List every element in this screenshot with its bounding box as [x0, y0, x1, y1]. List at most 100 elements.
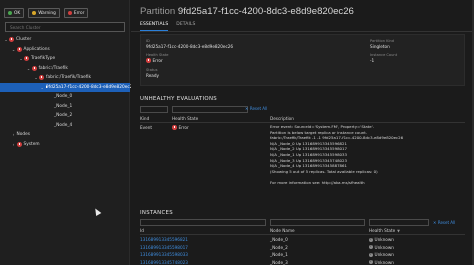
- error-icon: [24, 56, 29, 62]
- unknown-icon: [369, 259, 373, 264]
- instance-health: Unknown: [369, 252, 394, 257]
- sort-down-icon: ▼: [397, 228, 400, 233]
- health-filter-input[interactable]: [172, 106, 248, 113]
- tab-divider: [131, 31, 474, 32]
- error-icon: [146, 58, 151, 63]
- filter-error-button[interactable]: Error: [63, 8, 89, 18]
- column-instance-health-label: Health State: [369, 228, 396, 233]
- instance-health-label: Unknown: [374, 259, 394, 265]
- page-title: Partition 9fd25a17-f1cc-4200-8dc3-e8d9e8…: [140, 6, 354, 17]
- instance-health: Unknown: [369, 237, 394, 242]
- instances-header-divider: [140, 234, 465, 235]
- tree-node-label: 9fd25a17-f1cc-4200-8dc3-e8d9e820ec26: [45, 84, 136, 90]
- instance-health-label: Unknown: [374, 237, 394, 242]
- error-icon: [39, 75, 44, 81]
- status-value: Ready: [146, 73, 159, 78]
- column-description[interactable]: Description: [270, 116, 294, 121]
- kind-filter-input[interactable]: [140, 106, 168, 113]
- instance-id-filter-input[interactable]: [140, 219, 266, 226]
- tree-node-label: fabric:/Traefik: [38, 65, 68, 71]
- tree-node-label: TraefikType: [31, 56, 56, 62]
- tree-node[interactable]: ⌄ fabric:/Traefik: [0, 64, 130, 74]
- health-field: Health State Error: [146, 53, 168, 63]
- instance-id-link[interactable]: 131689913345596821: [140, 237, 188, 242]
- chevron-down-icon[interactable]: ⌄: [11, 47, 17, 52]
- instance-count-field: Instance Count -1: [370, 53, 397, 63]
- filter-ok-label: OK: [14, 10, 21, 16]
- health-value: Error: [152, 58, 163, 63]
- column-node-name[interactable]: Node Name: [270, 228, 295, 233]
- clear-icon: ✕: [433, 220, 437, 225]
- cluster-tree-panel: OK Warning Error ⌄Cluster⌄Applications⌄T…: [0, 0, 135, 265]
- error-icon: [9, 37, 14, 43]
- partition-kind-field: Partition Kind Singleton: [370, 39, 394, 49]
- chevron-down-icon[interactable]: ⌄: [41, 85, 44, 90]
- filter-ok-button[interactable]: OK: [4, 8, 25, 18]
- instance-health-label: Unknown: [374, 244, 394, 250]
- tab-essentials[interactable]: ESSENTIALS: [140, 22, 169, 31]
- tree-node[interactable]: _Node_4: [0, 121, 130, 131]
- essentials-card: ID 9fd25a17-f1cc-4200-8dc3-e8d9e820ec26 …: [140, 34, 465, 86]
- eval-health-label: Error: [178, 125, 189, 130]
- tab-bar: ESSENTIALS DETAILS: [140, 22, 195, 31]
- header-divider: [140, 122, 465, 123]
- partition-kind-value: Singleton: [370, 44, 390, 49]
- status-label: Status: [146, 68, 158, 72]
- unhealthy-reset-all[interactable]: ✕ Reset All: [245, 106, 267, 111]
- column-health-state[interactable]: Health State: [172, 116, 198, 121]
- tree-node-label: Applications: [23, 46, 50, 52]
- instance-health-filter-input[interactable]: [369, 219, 429, 226]
- search-input[interactable]: [10, 24, 120, 30]
- tree-node[interactable]: › Nodes: [0, 130, 130, 140]
- tree-node[interactable]: ⌄ 9fd25a17-f1cc-4200-8dc3-e8d9e820ec26: [0, 82, 135, 92]
- instances-reset-label: Reset All: [437, 220, 456, 225]
- error-icon: [172, 125, 177, 130]
- tree-node[interactable]: ⌄ fabric:/Traefik/Traefik: [0, 73, 130, 83]
- instance-id-link[interactable]: 131689913345748023: [140, 260, 188, 265]
- warning-icon: [32, 11, 37, 15]
- id-value: 9fd25a17-f1cc-4200-8dc3-e8d9e820ec26: [146, 44, 234, 49]
- clear-icon: ✕: [245, 106, 249, 111]
- tree-node[interactable]: › System: [0, 140, 130, 150]
- unknown-icon: [369, 252, 373, 257]
- tree-node[interactable]: _Node_1: [0, 102, 130, 112]
- instance-id-link[interactable]: 131689913345598033: [140, 252, 188, 257]
- instance-count-value: -1: [370, 58, 375, 63]
- tree-node-label: fabric:/Traefik/Traefik: [46, 75, 92, 81]
- search-box[interactable]: [5, 22, 125, 32]
- chevron-down-icon[interactable]: ⌄: [26, 66, 32, 71]
- status-field: Status Ready: [146, 68, 159, 78]
- instance-health: Unknown: [369, 244, 394, 250]
- cluster-tree: ⌄ Cluster ⌄ Applications ⌄ TraefikType ⌄ fabric…: [0, 35, 135, 150]
- tree-node-label: _Node_1: [54, 103, 73, 109]
- column-kind[interactable]: Kind: [140, 116, 149, 121]
- filter-warning-button[interactable]: Warning: [28, 8, 60, 18]
- health-value-row: Error: [146, 58, 168, 63]
- tree-node[interactable]: _Node_2: [0, 111, 130, 121]
- filter-warning-label: Warning: [38, 10, 56, 16]
- details-panel: Partition 9fd25a17-f1cc-4200-8dc3-e8d9e8…: [131, 0, 474, 265]
- health-label: Health State: [146, 53, 169, 57]
- instance-count-label: Instance Count: [370, 53, 398, 57]
- tab-details[interactable]: DETAILS: [176, 22, 195, 31]
- unknown-icon: [369, 237, 373, 242]
- tree-node[interactable]: ⌄ Cluster: [0, 35, 130, 45]
- chevron-right-icon[interactable]: ›: [11, 142, 17, 147]
- tree-node-label: _Node_0: [54, 94, 73, 100]
- tree-node[interactable]: _Node_0: [0, 92, 130, 102]
- tree-node[interactable]: ⌄ TraefikType: [0, 54, 130, 64]
- health-filter-bar: OK Warning Error: [4, 8, 89, 18]
- page-title-id: 9fd25a17-f1cc-4200-8dc3-e8d9e820ec26: [177, 6, 354, 17]
- eval-kind: Event: [140, 125, 152, 130]
- node-name-filter-input[interactable]: [270, 219, 365, 226]
- instance-id-link[interactable]: 131689913345598017: [140, 245, 188, 250]
- column-instance-health[interactable]: Health State ▼: [369, 228, 400, 233]
- tree-node[interactable]: ⌄ Applications: [0, 45, 130, 55]
- tree-node-label: _Node_2: [54, 113, 73, 119]
- column-id[interactable]: Id: [140, 228, 144, 233]
- tree-node-label: Cluster: [16, 37, 32, 43]
- ok-icon: [8, 11, 12, 15]
- instances-reset-all[interactable]: ✕ Reset All: [433, 220, 455, 225]
- filter-error-label: Error: [73, 10, 85, 16]
- error-icon: [16, 141, 22, 147]
